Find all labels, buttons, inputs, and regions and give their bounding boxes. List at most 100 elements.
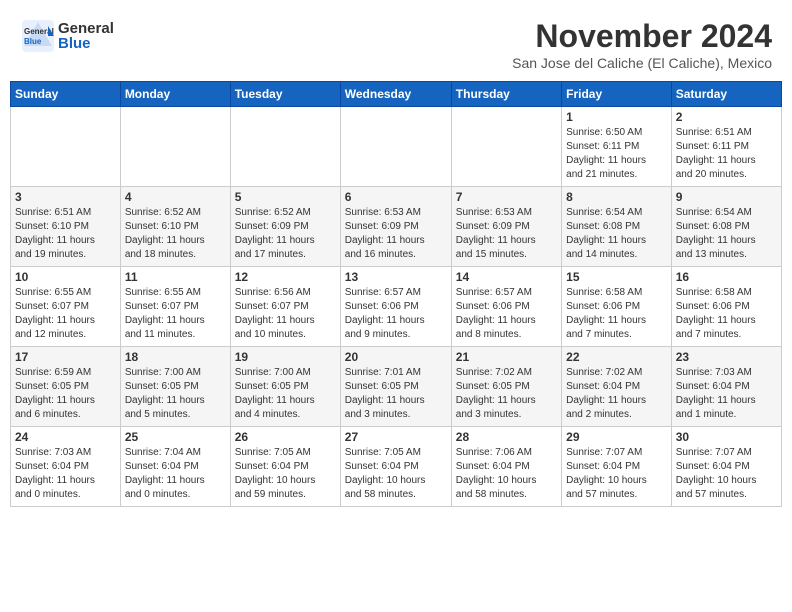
calendar-cell: 11 Sunrise: 6:55 AM Sunset: 6:07 PM Dayli… [120, 267, 230, 347]
calendar-cell: 23Sunrise: 7:03 AM Sunset: 6:04 PM Dayli… [671, 347, 781, 427]
day-info: Sunrise: 6:54 AM Sunset: 6:08 PM Dayligh… [566, 206, 667, 262]
calendar-cell [230, 107, 340, 187]
day-number: 7 [456, 190, 557, 204]
calendar-cell: 4 Sunrise: 6:52 AM Sunset: 6:10 PM Daylig… [120, 187, 230, 267]
day-number: 27 [345, 430, 447, 444]
day-info: Sunrise: 6:52 AM Sunset: 6:10 PM Dayligh… [125, 206, 226, 262]
day-info: Sunrise: 7:05 AM Sunset: 6:04 PM Dayligh… [345, 446, 447, 502]
day-info: Sunrise: 7:01 AM Sunset: 6:05 PM Dayligh… [345, 366, 447, 422]
calendar-cell: 27 Sunrise: 7:05 AM Sunset: 6:04 PM Dayli… [340, 427, 451, 507]
day-number: 29 [566, 430, 667, 444]
day-number: 26 [235, 430, 336, 444]
page-header: General Blue General Blue November 2024 … [10, 10, 782, 75]
day-number: 24 [15, 430, 116, 444]
calendar-table: SundayMondayTuesdayWednesdayThursdayFrid… [10, 81, 782, 507]
day-info: Sunrise: 6:52 AM Sunset: 6:09 PM Dayligh… [235, 206, 336, 262]
col-header-tuesday: Tuesday [230, 82, 340, 107]
logo-general-text: General [58, 21, 114, 36]
day-number: 16 [676, 270, 777, 284]
calendar-week-row: 17Sunrise: 6:59 AM Sunset: 6:05 PM Dayli… [11, 347, 782, 427]
day-number: 30 [676, 430, 777, 444]
day-info: Sunrise: 6:58 AM Sunset: 6:06 PM Dayligh… [676, 286, 777, 342]
calendar-cell: 8 Sunrise: 6:54 AM Sunset: 6:08 PM Daylig… [562, 187, 672, 267]
day-number: 1 [566, 110, 667, 124]
calendar-cell: 10 Sunrise: 6:55 AM Sunset: 6:07 PM Dayli… [11, 267, 121, 347]
day-number: 15 [566, 270, 667, 284]
day-info: Sunrise: 7:06 AM Sunset: 6:04 PM Dayligh… [456, 446, 557, 502]
calendar-cell: 21Sunrise: 7:02 AM Sunset: 6:05 PM Dayli… [451, 347, 561, 427]
day-number: 13 [345, 270, 447, 284]
day-number: 19 [235, 350, 336, 364]
logo-blue-text: Blue [58, 36, 114, 51]
logo-text: General Blue [58, 21, 114, 51]
day-info: Sunrise: 7:05 AM Sunset: 6:04 PM Dayligh… [235, 446, 336, 502]
day-info: Sunrise: 6:56 AM Sunset: 6:07 PM Dayligh… [235, 286, 336, 342]
calendar-cell: 18Sunrise: 7:00 AM Sunset: 6:05 PM Dayli… [120, 347, 230, 427]
day-info: Sunrise: 6:53 AM Sunset: 6:09 PM Dayligh… [345, 206, 447, 262]
day-info: Sunrise: 7:00 AM Sunset: 6:05 PM Dayligh… [125, 366, 226, 422]
calendar-cell: 6 Sunrise: 6:53 AM Sunset: 6:09 PM Daylig… [340, 187, 451, 267]
logo-icon: General Blue [20, 18, 56, 54]
calendar-cell: 12Sunrise: 6:56 AM Sunset: 6:07 PM Dayli… [230, 267, 340, 347]
day-info: Sunrise: 6:55 AM Sunset: 6:07 PM Dayligh… [15, 286, 116, 342]
calendar-cell: 28 Sunrise: 7:06 AM Sunset: 6:04 PM Dayli… [451, 427, 561, 507]
calendar-week-row: 10 Sunrise: 6:55 AM Sunset: 6:07 PM Dayli… [11, 267, 782, 347]
title-block: November 2024 San Jose del Caliche (El C… [512, 18, 772, 71]
day-number: 9 [676, 190, 777, 204]
calendar-cell: 9 Sunrise: 6:54 AM Sunset: 6:08 PM Daylig… [671, 187, 781, 267]
day-info: Sunrise: 7:07 AM Sunset: 6:04 PM Dayligh… [566, 446, 667, 502]
day-number: 5 [235, 190, 336, 204]
day-info: Sunrise: 7:00 AM Sunset: 6:05 PM Dayligh… [235, 366, 336, 422]
day-info: Sunrise: 6:57 AM Sunset: 6:06 PM Dayligh… [456, 286, 557, 342]
calendar-cell [451, 107, 561, 187]
col-header-monday: Monday [120, 82, 230, 107]
day-number: 20 [345, 350, 447, 364]
day-info: Sunrise: 6:58 AM Sunset: 6:06 PM Dayligh… [566, 286, 667, 342]
location-subtitle: San Jose del Caliche (El Caliche), Mexic… [512, 55, 772, 71]
day-number: 21 [456, 350, 557, 364]
calendar-cell: 14 Sunrise: 6:57 AM Sunset: 6:06 PM Dayli… [451, 267, 561, 347]
day-info: Sunrise: 6:53 AM Sunset: 6:09 PM Dayligh… [456, 206, 557, 262]
day-info: Sunrise: 6:54 AM Sunset: 6:08 PM Dayligh… [676, 206, 777, 262]
calendar-week-row: 24 Sunrise: 7:03 AM Sunset: 6:04 PM Dayli… [11, 427, 782, 507]
day-info: Sunrise: 6:55 AM Sunset: 6:07 PM Dayligh… [125, 286, 226, 342]
calendar-cell: 5 Sunrise: 6:52 AM Sunset: 6:09 PM Daylig… [230, 187, 340, 267]
calendar-cell: 20 Sunrise: 7:01 AM Sunset: 6:05 PM Dayli… [340, 347, 451, 427]
col-header-sunday: Sunday [11, 82, 121, 107]
day-number: 3 [15, 190, 116, 204]
day-number: 10 [15, 270, 116, 284]
logo: General Blue General Blue [20, 18, 114, 54]
calendar-cell: 13 Sunrise: 6:57 AM Sunset: 6:06 PM Dayli… [340, 267, 451, 347]
day-number: 28 [456, 430, 557, 444]
day-number: 22 [566, 350, 667, 364]
day-info: Sunrise: 6:51 AM Sunset: 6:11 PM Dayligh… [676, 126, 777, 182]
calendar-cell: 24 Sunrise: 7:03 AM Sunset: 6:04 PM Dayli… [11, 427, 121, 507]
day-number: 14 [456, 270, 557, 284]
calendar-cell: 3 Sunrise: 6:51 AM Sunset: 6:10 PM Daylig… [11, 187, 121, 267]
calendar-cell: 30 Sunrise: 7:07 AM Sunset: 6:04 PM Dayli… [671, 427, 781, 507]
day-info: Sunrise: 7:02 AM Sunset: 6:04 PM Dayligh… [566, 366, 667, 422]
svg-text:Blue: Blue [24, 37, 42, 46]
day-info: Sunrise: 6:51 AM Sunset: 6:10 PM Dayligh… [15, 206, 116, 262]
day-info: Sunrise: 6:57 AM Sunset: 6:06 PM Dayligh… [345, 286, 447, 342]
day-number: 23 [676, 350, 777, 364]
calendar-cell [11, 107, 121, 187]
calendar-cell: 15 Sunrise: 6:58 AM Sunset: 6:06 PM Dayli… [562, 267, 672, 347]
day-info: Sunrise: 6:50 AM Sunset: 6:11 PM Dayligh… [566, 126, 667, 182]
day-info: Sunrise: 7:04 AM Sunset: 6:04 PM Dayligh… [125, 446, 226, 502]
calendar-cell: 7 Sunrise: 6:53 AM Sunset: 6:09 PM Daylig… [451, 187, 561, 267]
calendar-cell [120, 107, 230, 187]
calendar-cell [340, 107, 451, 187]
day-number: 17 [15, 350, 116, 364]
day-number: 4 [125, 190, 226, 204]
day-info: Sunrise: 7:07 AM Sunset: 6:04 PM Dayligh… [676, 446, 777, 502]
day-number: 8 [566, 190, 667, 204]
day-number: 11 [125, 270, 226, 284]
calendar-cell: 1 Sunrise: 6:50 AM Sunset: 6:11 PM Daylig… [562, 107, 672, 187]
day-number: 6 [345, 190, 447, 204]
month-year-title: November 2024 [512, 18, 772, 55]
col-header-saturday: Saturday [671, 82, 781, 107]
calendar-cell: 17Sunrise: 6:59 AM Sunset: 6:05 PM Dayli… [11, 347, 121, 427]
day-info: Sunrise: 7:03 AM Sunset: 6:04 PM Dayligh… [15, 446, 116, 502]
col-header-friday: Friday [562, 82, 672, 107]
